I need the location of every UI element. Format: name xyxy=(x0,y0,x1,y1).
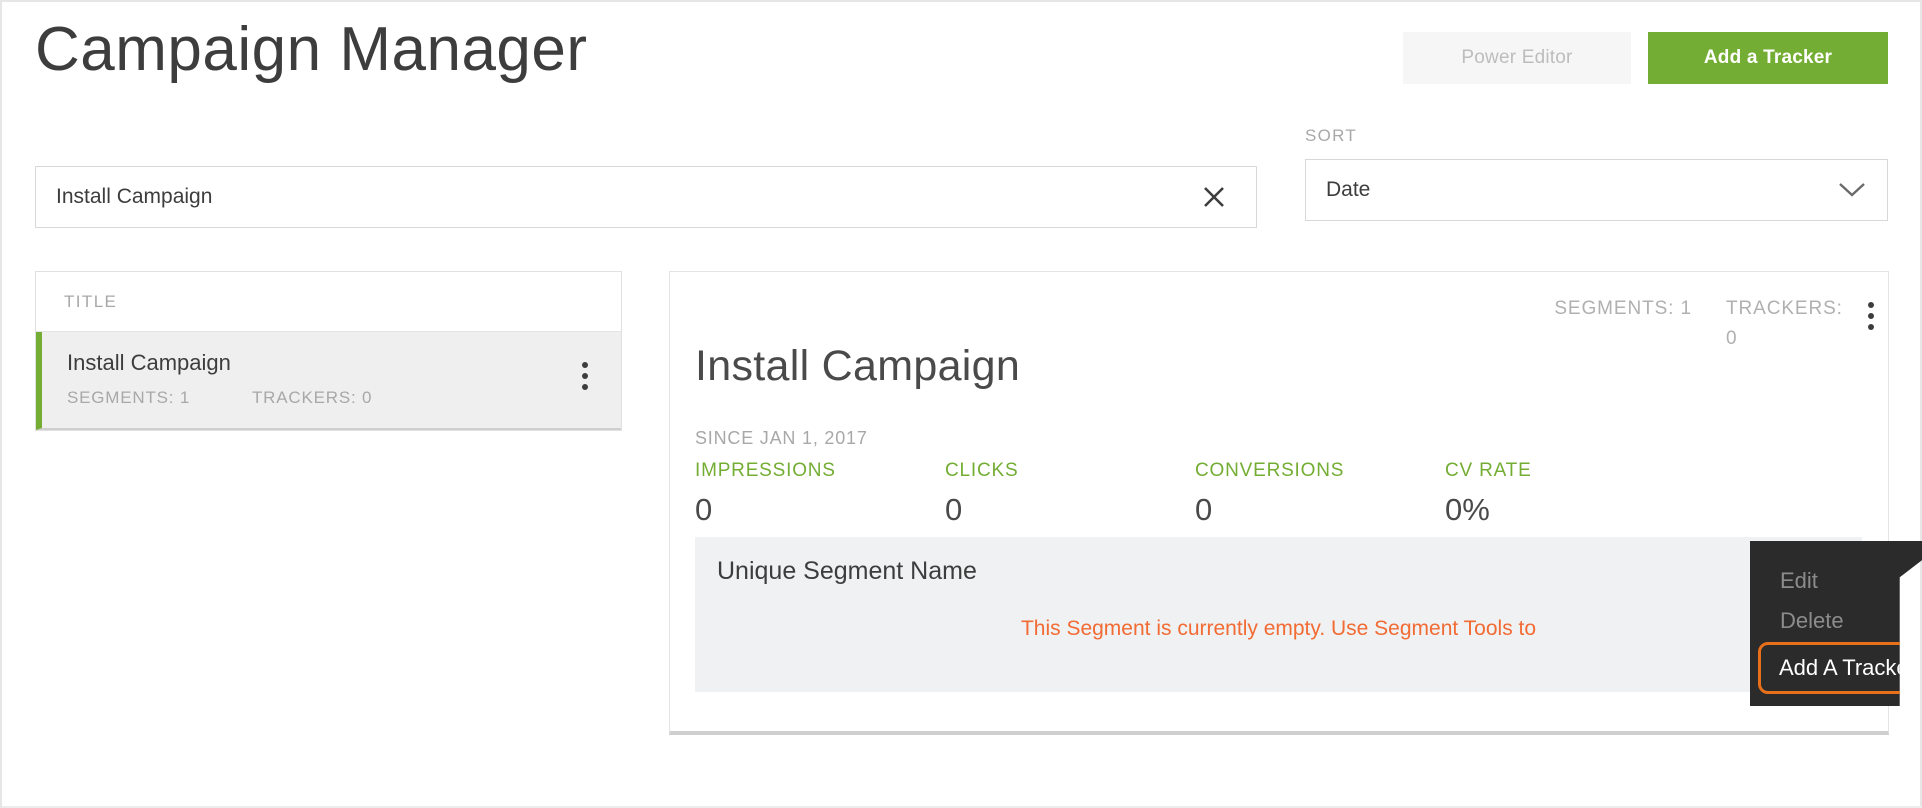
page-header: Campaign Manager Power Editor Add a Trac… xyxy=(2,2,1920,114)
close-icon[interactable] xyxy=(1186,167,1242,227)
detail-title: Install Campaign xyxy=(695,342,1021,390)
kpi-label: CV RATE xyxy=(1445,460,1532,481)
kpi-label: CLICKS xyxy=(945,460,1019,481)
context-menu-item-delete[interactable]: Delete xyxy=(1780,608,1844,634)
page-title: Campaign Manager xyxy=(35,15,588,84)
context-menu-item-edit[interactable]: Edit xyxy=(1780,568,1818,594)
main-content: TITLE Install Campaign SEGMENTS: 1 TRACK… xyxy=(2,219,1922,808)
segment-panel: Unique Segment Name This Segment is curr… xyxy=(695,537,1922,706)
kebab-menu-icon[interactable] xyxy=(1868,302,1874,330)
list-item-name: Install Campaign xyxy=(67,350,231,375)
sort-label: SORT xyxy=(1305,126,1358,145)
sort-selected-value: Date xyxy=(1326,178,1371,201)
list-column-title: TITLE xyxy=(64,291,118,311)
power-editor-button[interactable]: Power Editor xyxy=(1403,32,1631,84)
segment-empty-message: This Segment is currently empty. Use Seg… xyxy=(1020,617,1537,640)
header-actions: Power Editor Add a Tracker xyxy=(1403,32,1888,84)
context-menu-item-add-a-tracker[interactable]: Add A Tracker xyxy=(1758,642,1922,694)
list-item-segments: SEGMENTS: 1 xyxy=(67,388,191,407)
sort-select[interactable]: Date xyxy=(1305,159,1888,221)
segment-name: Unique Segment Name xyxy=(717,557,977,585)
list-item-trackers: TRACKERS: 0 xyxy=(252,388,373,407)
context-menu: Edit Delete Add A Tracker xyxy=(1750,541,1922,706)
search-input[interactable] xyxy=(36,167,1186,227)
kpi-label: IMPRESSIONS xyxy=(695,460,836,481)
campaign-list-card: TITLE Install Campaign SEGMENTS: 1 TRACK… xyxy=(35,271,622,431)
list-item-meta: SEGMENTS: 1 TRACKERS: 0 xyxy=(67,388,372,408)
kpi-value: 0% xyxy=(1445,492,1490,527)
campaign-manager-page: Campaign Manager Power Editor Add a Trac… xyxy=(0,0,1922,808)
list-item[interactable]: Install Campaign SEGMENTS: 1 TRACKERS: 0 xyxy=(36,332,621,430)
kpi-cv-rate: CV RATE 0% xyxy=(1445,460,1695,528)
kpi-value: 0 xyxy=(1195,492,1213,527)
kpi-row: IMPRESSIONS 0 CLICKS 0 CONVERSIONS 0 CV … xyxy=(695,460,1855,528)
controls-row: SORT Date xyxy=(2,114,1920,228)
kpi-impressions: IMPRESSIONS 0 xyxy=(695,460,945,528)
kpi-conversions: CONVERSIONS 0 xyxy=(1195,460,1445,528)
detail-topbar: SEGMENTS: 1 TRACKERS: 0 xyxy=(1554,294,1874,354)
campaign-detail-card: SEGMENTS: 1 TRACKERS: 0 Install Campaign… xyxy=(669,271,1922,735)
kpi-value: 0 xyxy=(695,492,713,527)
kpi-label: CONVERSIONS xyxy=(1195,460,1345,481)
kpi-value: 0 xyxy=(945,492,963,527)
detail-since-date: SINCE JAN 1, 2017 xyxy=(695,428,868,448)
detail-segments-count: SEGMENTS: 1 xyxy=(1554,298,1692,319)
detail-trackers-count: TRACKERS: 0 xyxy=(1726,298,1843,349)
list-header: TITLE xyxy=(36,272,621,332)
kebab-menu-icon[interactable] xyxy=(582,362,588,390)
sort-control: SORT Date xyxy=(1305,126,1888,221)
chevron-down-icon xyxy=(1837,160,1867,220)
add-tracker-button[interactable]: Add a Tracker xyxy=(1648,32,1888,84)
context-menu-items: Edit Delete Add A Tracker xyxy=(1750,541,1922,706)
kpi-clicks: CLICKS 0 xyxy=(945,460,1195,528)
